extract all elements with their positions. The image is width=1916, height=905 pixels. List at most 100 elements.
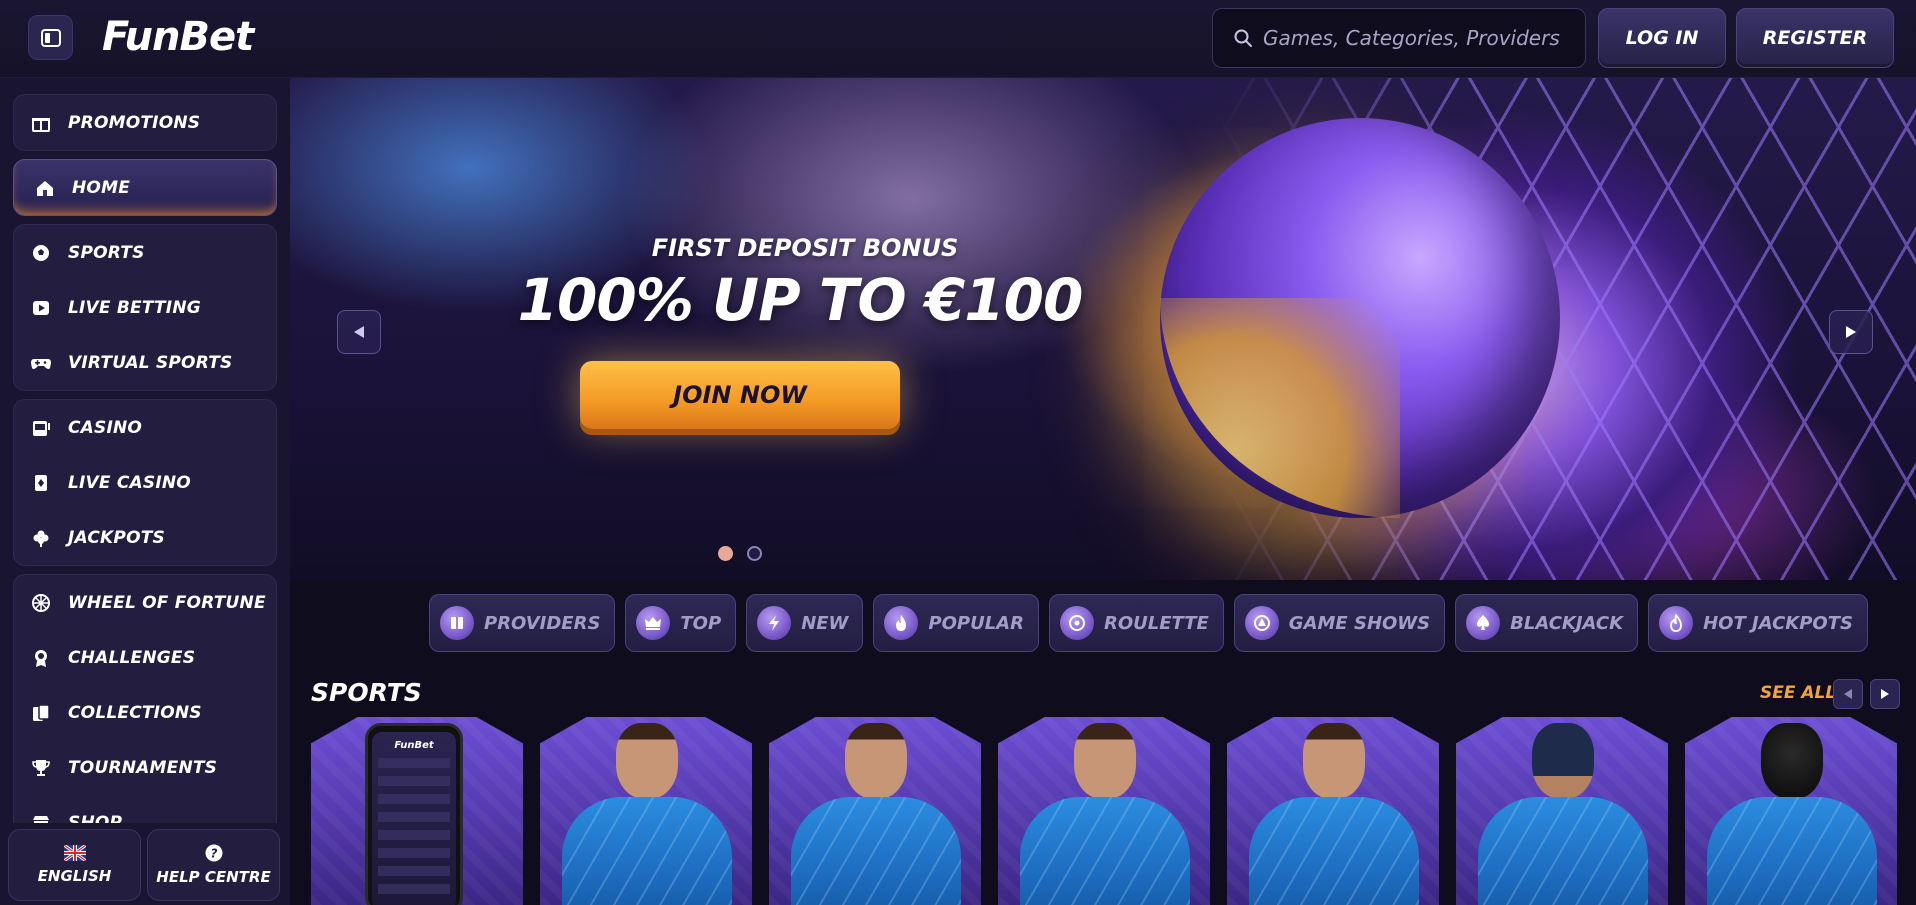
sidebar-item-wheel-of-fortune[interactable]: WHEEL OF FORTUNE [14,575,276,630]
sports-carousel: FunBet [311,717,1897,905]
tab-label: BLACKJACK [1510,612,1624,634]
book-icon [440,606,474,640]
slide-dot-2[interactable] [747,546,762,561]
medal-icon [30,647,52,669]
phone-screen: FunBet [372,732,456,905]
tab-label: GAME SHOWS [1288,612,1431,634]
sidebar-item-challenges[interactable]: CHALLENGES [14,630,276,685]
search-box[interactable] [1212,8,1586,68]
sidebar-toggle-icon [40,28,61,47]
sidebar-item-label: PROMOTIONS [68,112,201,133]
gift-icon [30,112,52,134]
athlete-head [1532,723,1594,799]
hero-title: 100% UP TO €100 [517,266,1084,334]
sidebar-item-promotions[interactable]: PROMOTIONS [14,95,276,150]
sports-card-table-tennis[interactable] [998,717,1210,905]
sports-card-american-football[interactable] [1685,717,1897,905]
athlete-jersey [562,797,732,905]
hero-next-button[interactable] [1829,310,1873,354]
athlete-head [1303,723,1365,799]
sidebar-group-home: HOME [13,159,277,216]
athlete-jersey [1020,797,1190,905]
menu-toggle-button[interactable] [28,15,73,60]
hot-flame-icon [1659,606,1694,640]
tab-label: TOP [680,612,722,634]
cards-icon [30,472,52,494]
sidebar-item-home[interactable]: HOME [14,160,276,215]
athlete-head [616,723,678,799]
sidebar-item-tournaments[interactable]: TOURNAMENTS [14,740,276,795]
sidebar-item-jackpots[interactable]: JACKPOTS [14,510,276,565]
sidebar-item-label: JACKPOTS [68,527,165,548]
sidebar-item-live-betting[interactable]: LIVE BETTING [14,280,276,335]
hero-subtitle: FIRST DEPOSIT BONUS [651,234,959,262]
tab-game-shows[interactable]: GAME SHOWS [1233,594,1446,652]
sports-card-hockey[interactable] [1456,717,1668,905]
sidebar: PROMOTIONS HOME SPORTS LIVE BETTING VIRT… [0,78,290,905]
chevron-left-icon [1844,689,1852,699]
sports-card-tennis[interactable] [769,717,981,905]
slide-dot-1[interactable] [718,546,733,561]
sidebar-item-label: LIVE CASINO [68,472,191,493]
sidebar-item-label: TOURNAMENTS [68,757,218,778]
see-all-link[interactable]: SEE ALL [1760,683,1836,703]
category-tabs: PROVIDERS TOP NEW POPULAR ROULETTE GAME … [429,594,1868,652]
chevron-left-icon [354,326,364,338]
athlete-head [1761,723,1823,799]
sidebar-item-label: CHALLENGES [68,647,196,668]
athlete-jersey [1249,797,1419,905]
sidebar-item-virtual-sports[interactable]: VIRTUAL SPORTS [14,335,276,390]
house-icon [34,177,56,199]
login-button[interactable]: LOG IN [1598,8,1726,68]
tab-top[interactable]: TOP [625,594,737,652]
hero-prev-button[interactable] [337,310,381,354]
crown-icon [636,606,671,640]
language-label: ENGLISH [37,867,112,885]
sidebar-item-live-casino[interactable]: LIVE CASINO [14,455,276,510]
hero-banner[interactable]: FIRST DEPOSIT BONUS 100% UP TO €100 JOIN… [290,78,1916,580]
tab-label: HOT JACKPOTS [1703,612,1853,634]
sidebar-group-sports: SPORTS LIVE BETTING VIRTUAL SPORTS [13,224,277,391]
join-now-button[interactable]: JOIN NOW [580,361,900,429]
tab-popular[interactable]: POPULAR [873,594,1039,652]
language-button[interactable]: ENGLISH [8,829,141,901]
sidebar-item-casino[interactable]: CASINO [14,400,276,455]
sports-card-app[interactable]: FunBet [311,717,523,905]
sidebar-item-sports[interactable]: SPORTS [14,225,276,280]
sports-next-button[interactable] [1870,679,1900,709]
tab-providers[interactable]: PROVIDERS [429,594,616,652]
help-icon: ? [205,844,222,862]
register-button[interactable]: REGISTER [1736,8,1894,68]
phone-screen-rows [378,758,450,900]
tab-label: PROVIDERS [484,612,601,634]
top-header: FunBet LOG IN REGISTER [0,0,1916,78]
tab-roulette[interactable]: ROULETTE [1048,594,1224,652]
soccer-ball-graphic [1160,118,1560,518]
funbet-logo[interactable]: FunBet [102,14,254,60]
sidebar-item-label: SPORTS [68,242,145,263]
lightning-icon [757,606,792,640]
sidebar-item-collections[interactable]: COLLECTIONS [14,685,276,740]
sidebar-item-label: CASINO [68,417,143,438]
search-input[interactable] [1263,26,1583,50]
trophy-icon [30,757,52,779]
sidebar-item-label: LIVE BETTING [68,297,201,318]
tab-hot-jackpots[interactable]: HOT JACKPOTS [1648,594,1868,652]
help-centre-button[interactable]: ? HELP CENTRE [147,829,280,901]
chevron-right-icon [1881,689,1889,699]
athlete-head [1074,723,1136,799]
tab-new[interactable]: NEW [746,594,864,652]
sports-prev-button[interactable] [1833,679,1863,709]
tab-blackjack[interactable]: BLACKJACK [1455,594,1639,652]
sports-card-football[interactable] [540,717,752,905]
soccer-ball-icon [30,242,52,264]
sidebar-footer: ENGLISH ? HELP CENTRE [0,823,290,905]
sidebar-group-promotions: PROMOTIONS [13,94,277,151]
sports-card-basketball[interactable] [1227,717,1439,905]
svg-text:?: ? [210,847,217,861]
section-title-sports: SPORTS [311,678,422,707]
cards-stack-icon [30,702,52,724]
athlete-jersey [1478,797,1648,905]
search-icon [1234,29,1252,47]
slide-indicators [718,546,762,561]
